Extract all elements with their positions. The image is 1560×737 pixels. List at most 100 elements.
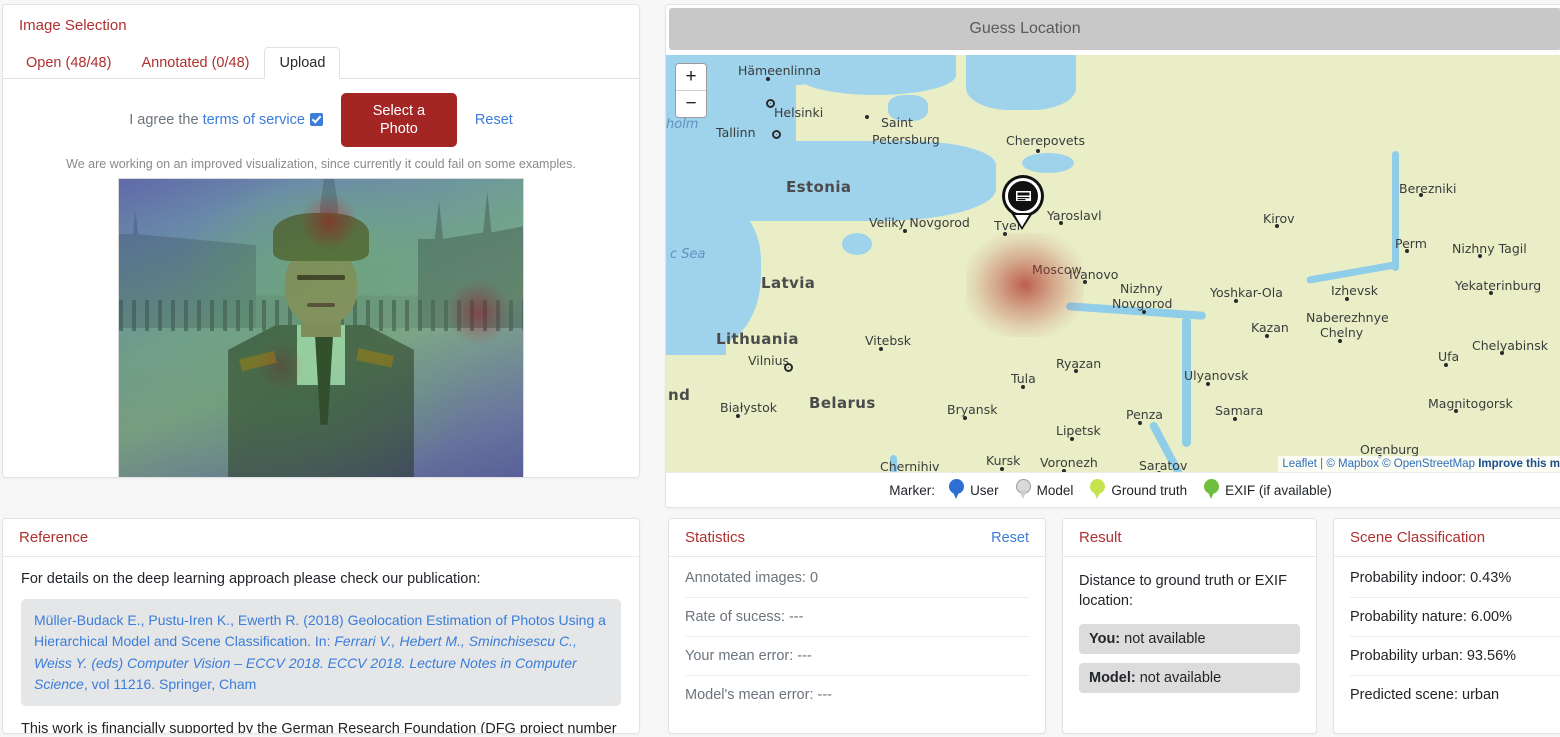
user-marker-icon	[948, 479, 965, 501]
map-city-label: Berezniki	[1399, 181, 1457, 196]
map-city-dot	[1233, 417, 1237, 421]
osm-link[interactable]: © OpenStreetMap	[1382, 458, 1475, 470]
reference-title: Reference	[19, 529, 89, 546]
improve-map-link[interactable]: Improve this m	[1478, 458, 1560, 470]
image-selection-panel: Image Selection Open (48/48) Annotated (…	[2, 4, 640, 478]
map-city-dot	[1454, 409, 1458, 413]
map-city-dot	[1070, 437, 1074, 441]
map-title: Guess Location	[969, 20, 1081, 37]
map-zoom-controls[interactable]: + −	[675, 63, 707, 118]
map-city-dot	[1206, 382, 1210, 386]
photo-icon	[1014, 190, 1032, 202]
reference-citation: Müller-Budack E., Pustu-Iren K., Ewerth …	[21, 599, 621, 707]
zoom-out-button[interactable]: −	[676, 90, 706, 117]
app-root: Image Selection Open (48/48) Annotated (…	[0, 0, 1560, 737]
map-city-dot	[1234, 299, 1238, 303]
model-prediction-heatmap	[966, 233, 1084, 337]
map-city-label: Chelny	[1320, 325, 1364, 340]
statistics-reset-link[interactable]: Reset	[991, 530, 1029, 546]
legend-user-label: User	[970, 482, 999, 498]
map-city-label: Novgorod	[1112, 296, 1173, 311]
map-city-label: Magnitogorsk	[1428, 396, 1513, 411]
map-city-dot	[1000, 467, 1004, 471]
map-city-label: Nizhny	[1120, 281, 1163, 296]
map-city-label: Yoshkar-Ola	[1210, 285, 1283, 300]
map-river-kama-upper	[1392, 151, 1399, 271]
citation-part-two: , vol 11216. Springer, Cham	[83, 675, 257, 692]
stat-model-mean-error: Model's mean error: ---	[685, 687, 832, 703]
image-selection-header: Image Selection	[3, 5, 639, 44]
photo-location-marker[interactable]	[1002, 175, 1046, 231]
photo-heatmap-overlay	[119, 179, 523, 477]
terms-of-service-link[interactable]: terms of service	[203, 112, 305, 128]
map-lake-finland-b	[834, 65, 870, 79]
map-city-label: Hämeenlinna	[738, 63, 821, 78]
tab-open[interactable]: Open (48/48)	[11, 47, 126, 79]
image-selection-tabs: Open (48/48) Annotated (0/48) Upload	[3, 44, 639, 79]
reference-body: For details on the deep learning approac…	[3, 557, 639, 733]
legend-ground-truth-label: Ground truth	[1111, 482, 1188, 498]
marker-inner-ring	[1005, 178, 1041, 214]
map-city-dot	[1500, 351, 1504, 355]
result-description: Distance to ground truth or EXIF locatio…	[1079, 573, 1287, 610]
map-attribution[interactable]: Leaflet | © Mapbox © OpenStreetMap Impro…	[1278, 456, 1560, 472]
map-city-label: Petersburg	[872, 132, 940, 147]
uploaded-photo-with-heatmap[interactable]	[118, 178, 524, 477]
map-city-dot	[865, 115, 869, 119]
leaflet-map[interactable]: + − EstoniaLatviaLithuaniaBelarusUkraine…	[666, 55, 1560, 472]
map-city-dot	[1157, 471, 1161, 472]
map-water-label: c Sea	[670, 247, 706, 262]
reference-header: Reference	[3, 519, 639, 557]
tab-upload[interactable]: Upload	[264, 46, 341, 79]
map-city-label: Białystok	[720, 400, 777, 415]
map-city-label: Chernihiv	[880, 459, 940, 472]
map-city-label: Ufa	[1438, 349, 1460, 364]
statistics-header: Statistics Reset	[669, 519, 1045, 557]
scene-probability-urban: Probability urban: 93.56%	[1350, 637, 1560, 676]
statistics-title: Statistics	[685, 529, 746, 546]
terms-checkbox[interactable]	[309, 113, 323, 127]
scene-probability-indoor: Probability indoor: 0.43%	[1350, 559, 1560, 598]
map-city-dot	[1021, 385, 1025, 389]
map-city-dot	[736, 414, 740, 418]
map-city-dot	[963, 416, 967, 420]
map-city-dot	[766, 77, 770, 81]
map-city-dot	[903, 229, 907, 233]
agree-prefix-label: I agree the	[129, 112, 203, 129]
map-city-dot	[1265, 334, 1269, 338]
map-country-label: Estonia	[786, 178, 852, 196]
leaflet-link[interactable]: Leaflet	[1282, 458, 1317, 470]
map-city-dot	[1142, 310, 1146, 314]
upload-reset-link[interactable]: Reset	[475, 112, 513, 128]
map-city-label: Nizhny Tagil	[1452, 241, 1527, 256]
map-city-dot	[1275, 224, 1279, 228]
zoom-in-button[interactable]: +	[676, 64, 706, 90]
map-city-label: Vilnius	[748, 353, 790, 368]
map-river-kama-lower	[1306, 261, 1398, 284]
map-city-label: Vitebsk	[865, 333, 912, 348]
result-user-label: You:	[1089, 630, 1121, 647]
scene-classification-title: Scene Classification	[1350, 529, 1486, 546]
reference-lead: For details on the deep learning approac…	[21, 571, 481, 587]
map-city-dot	[1444, 363, 1448, 367]
result-model-value: not available	[1135, 669, 1222, 686]
scene-predicted: Predicted scene: urban	[1350, 687, 1500, 703]
map-city-dot	[1419, 193, 1423, 197]
attribution-separator: |	[1316, 458, 1327, 470]
mapbox-link[interactable]: © Mapbox	[1326, 458, 1379, 470]
map-city-label: Tula	[1011, 371, 1036, 386]
map-city-dot	[772, 130, 781, 139]
tab-annotated[interactable]: Annotated (0/48)	[126, 47, 264, 79]
stat-rate-of-success: Rate of sucess: ---	[685, 598, 1029, 637]
select-photo-button[interactable]: Select a Photo	[340, 93, 457, 148]
map-city-dot	[879, 347, 883, 351]
map-country-label: nd	[668, 386, 691, 404]
map-city-label: Orenburg	[1360, 442, 1420, 457]
map-city-dot	[784, 363, 793, 372]
model-marker-icon	[1015, 479, 1032, 501]
map-city-dot	[1489, 291, 1493, 295]
result-model-distance: Model: not available	[1079, 662, 1300, 693]
map-city-label: Saratov	[1139, 458, 1188, 472]
statistics-panel: Statistics Reset Annotated images: 0 Rat…	[668, 518, 1046, 734]
map-country-label: Belarus	[809, 394, 876, 412]
